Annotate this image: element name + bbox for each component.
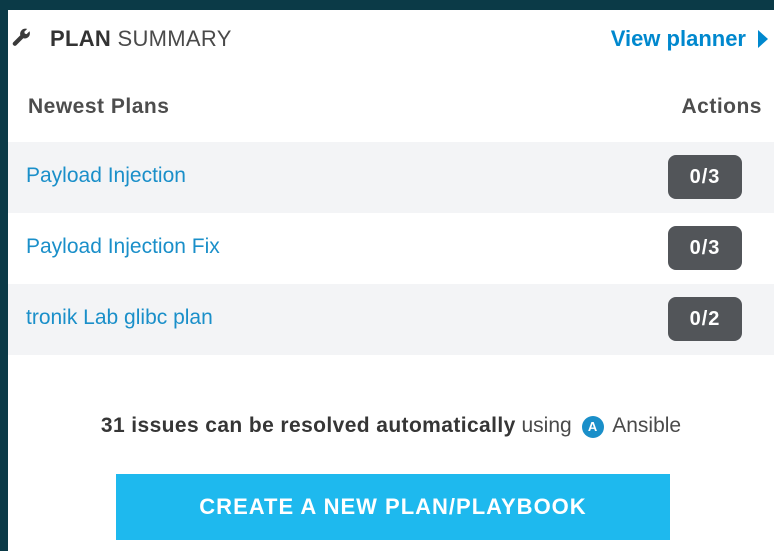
card-header: PLAN SUMMARY View planner [8,10,774,70]
plans-table: Payload Injection 0/3 Payload Injection … [8,142,774,355]
card-title-bold: PLAN [50,26,112,51]
card-title-light: SUMMARY [117,26,232,51]
actions-badge: 0/3 [668,155,742,199]
ansible-icon: A [581,416,604,438]
table-header: Newest Plans Actions [8,90,774,130]
caret-right-icon [758,30,768,48]
card-title: PLAN SUMMARY [50,26,232,52]
ansible-label: Ansible [612,414,682,437]
actions-badge: 0/3 [668,226,742,270]
table-row: Payload Injection Fix 0/3 [8,213,774,284]
wrench-icon [12,28,30,46]
table-row: Payload Injection 0/3 [8,142,774,213]
using-text: using [521,414,572,437]
actions-badge: 0/2 [668,297,742,341]
create-plan-button[interactable]: CREATE A NEW PLAN/PLAYBOOK [116,474,670,540]
plan-link[interactable]: Payload Injection [26,164,186,188]
plan-link[interactable]: Payload Injection Fix [26,235,220,259]
column-header-actions: Actions [681,95,762,118]
view-planner-link[interactable]: View planner [611,26,768,52]
view-planner-label: View planner [610,26,746,51]
plan-link[interactable]: tronik Lab glibc plan [26,306,213,330]
issues-count-text: 31 issues can be resolved automatically [100,414,516,437]
column-header-newest-plans: Newest Plans [28,95,170,118]
table-row: tronik Lab glibc plan 0/2 [8,284,774,355]
auto-resolve-summary: 31 issues can be resolved automatically … [8,414,774,438]
plan-summary-card: PLAN SUMMARY View planner Newest Plans A… [8,10,774,551]
